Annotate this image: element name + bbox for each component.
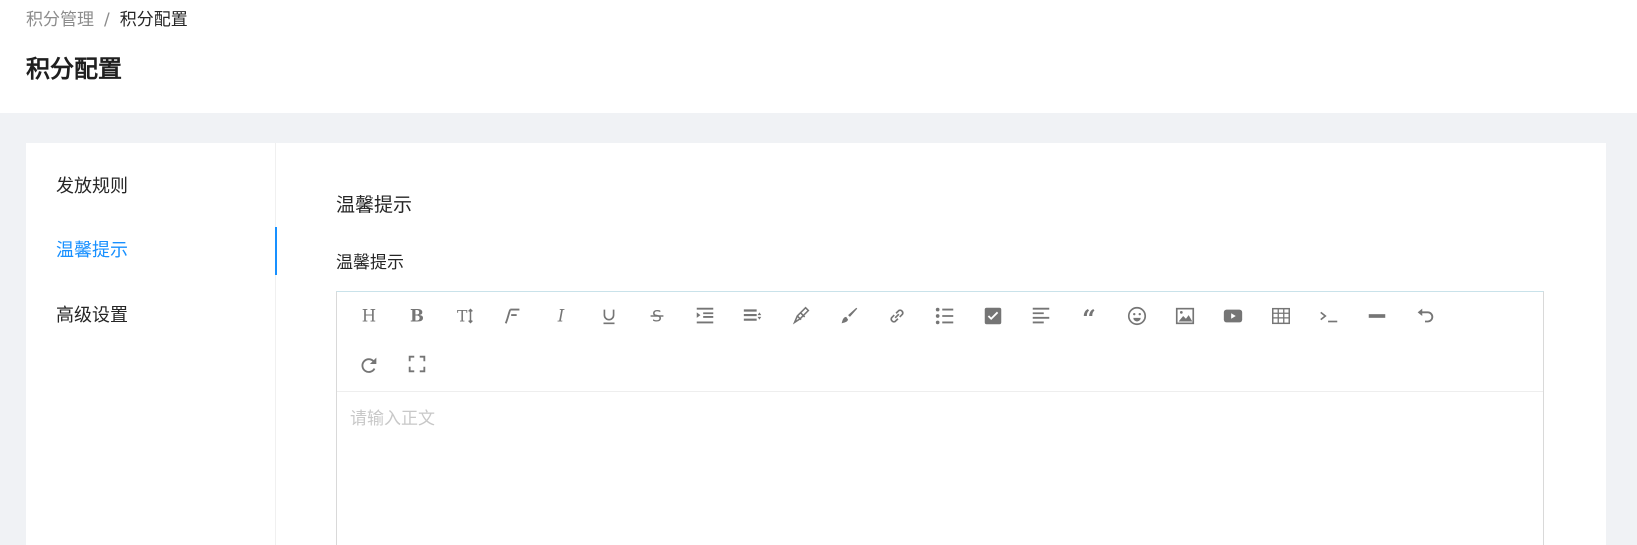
- font-size-icon[interactable]: T: [445, 296, 485, 336]
- breadcrumb-current: 积分配置: [119, 10, 188, 30]
- divider-icon[interactable]: [1357, 296, 1397, 336]
- menu-item-tips[interactable]: 温馨提示: [26, 227, 277, 275]
- page-title: 积分配置: [26, 55, 122, 83]
- settings-card: 发放规则 温馨提示 高级设置 温馨提示 温馨提示 H B T I S “ 请输入…: [26, 143, 1606, 545]
- align-icon[interactable]: [1021, 296, 1061, 336]
- editor-placeholder[interactable]: 请输入正文: [350, 404, 435, 429]
- svg-text:B: B: [410, 307, 424, 326]
- svg-text:H: H: [362, 307, 376, 326]
- font-family-icon[interactable]: [493, 296, 533, 336]
- image-icon[interactable]: [1165, 296, 1205, 336]
- field-label: 温馨提示: [336, 253, 404, 273]
- menu-item-advanced-settings[interactable]: 高级设置: [26, 292, 276, 340]
- code-icon[interactable]: [1309, 296, 1349, 336]
- breadcrumb-parent-link[interactable]: 积分管理: [26, 8, 94, 32]
- line-height-icon[interactable]: [733, 296, 773, 336]
- underline-icon[interactable]: [589, 296, 629, 336]
- redo-icon[interactable]: [349, 344, 389, 384]
- svg-text:I: I: [557, 307, 565, 326]
- bold-icon[interactable]: B: [397, 296, 437, 336]
- editor-toolbar: H B T I S “: [337, 292, 1543, 392]
- side-menu: 发放规则 温馨提示 高级设置: [26, 143, 277, 545]
- undo-icon[interactable]: [1405, 296, 1445, 336]
- rich-text-editor: H B T I S “ 请输入正文: [336, 291, 1544, 545]
- link-icon[interactable]: [877, 296, 917, 336]
- page-header: 积分管理 / 积分配置 积分配置: [0, 0, 1637, 113]
- section-title: 温馨提示: [336, 194, 413, 216]
- text-color-icon[interactable]: [781, 296, 821, 336]
- todo-icon[interactable]: [973, 296, 1013, 336]
- video-icon[interactable]: [1213, 296, 1253, 336]
- quote-icon[interactable]: “: [1069, 296, 1109, 336]
- list-icon[interactable]: [925, 296, 965, 336]
- fullscreen-icon[interactable]: [397, 344, 437, 384]
- breadcrumb: 积分管理 / 积分配置: [26, 8, 188, 32]
- heading-icon[interactable]: H: [349, 296, 389, 336]
- breadcrumb-separator: /: [104, 10, 110, 30]
- table-icon[interactable]: [1261, 296, 1301, 336]
- indent-icon[interactable]: [685, 296, 725, 336]
- italic-icon[interactable]: I: [541, 296, 581, 336]
- svg-text:“: “: [1082, 305, 1096, 327]
- svg-text:T: T: [457, 308, 468, 326]
- strikethrough-icon[interactable]: S: [637, 296, 677, 336]
- menu-item-issue-rules[interactable]: 发放规则: [26, 163, 276, 211]
- emoji-icon[interactable]: [1117, 296, 1157, 336]
- background-color-icon[interactable]: [829, 296, 869, 336]
